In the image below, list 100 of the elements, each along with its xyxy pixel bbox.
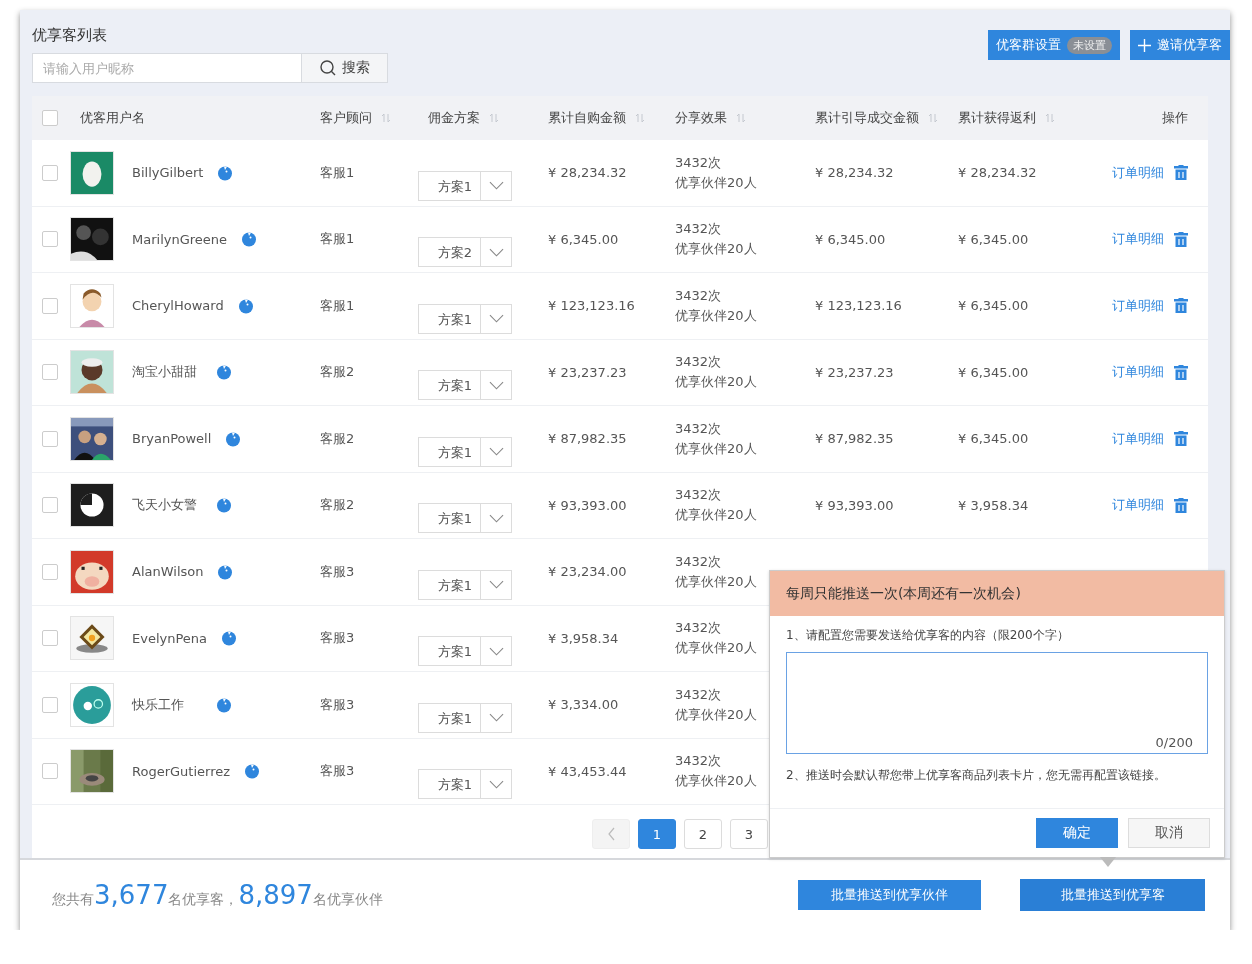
plan-dropdown[interactable]: 方案2 bbox=[418, 237, 512, 267]
checkbox[interactable] bbox=[42, 164, 58, 181]
order-details-link[interactable]: 订单明细 bbox=[1112, 230, 1164, 249]
trash-icon[interactable] bbox=[1174, 431, 1188, 447]
table-cell: 客服2 bbox=[320, 429, 355, 448]
table-cell: 客服3 bbox=[320, 695, 355, 714]
push-button[interactable]: 批量推送到优享伙伴 bbox=[798, 880, 981, 910]
push-button[interactable]: 批量推送到优享客 bbox=[1021, 880, 1204, 910]
plan-dropdown[interactable]: 方案1 bbox=[418, 370, 512, 400]
chevron-left-icon bbox=[607, 827, 615, 841]
page-button[interactable]: 1 bbox=[638, 819, 676, 849]
character-counter: 0/200 bbox=[1155, 735, 1193, 750]
table-cell: ¥ 28,234.32 bbox=[958, 165, 1037, 181]
table-cell: ¥ 6,345.00 bbox=[958, 298, 1029, 314]
settings-button[interactable]: 优客群设置 未设置 bbox=[988, 30, 1120, 60]
popup-pointer bbox=[1100, 857, 1116, 867]
search-icon bbox=[319, 60, 336, 76]
caret-icon bbox=[488, 181, 504, 190]
table-cell: ¥ 28,234.32 bbox=[548, 165, 627, 181]
invite-button[interactable]: 邀请优享客 bbox=[1130, 30, 1230, 60]
column-header[interactable]: 佣金方案 bbox=[428, 109, 498, 127]
table-cell: 优享伙伴20人 bbox=[675, 572, 757, 591]
table-cell: 优享伙伴20人 bbox=[675, 240, 757, 259]
column-header[interactable]: 累计引导成交金额 bbox=[815, 109, 937, 127]
user-name: CherylHoward bbox=[132, 298, 224, 314]
column-header: 操作 bbox=[1162, 109, 1188, 127]
caret-icon bbox=[488, 247, 504, 257]
table-cell: 3432次 bbox=[675, 752, 722, 771]
plan-dropdown[interactable]: 方案1 bbox=[418, 636, 512, 666]
order-details-link[interactable]: 订单明细 bbox=[1112, 363, 1164, 382]
user-name: 淘宝小甜甜 bbox=[132, 363, 198, 382]
badge-icon bbox=[216, 364, 232, 381]
checkbox[interactable] bbox=[42, 563, 58, 580]
checkbox[interactable] bbox=[42, 430, 58, 447]
table-cell: ¥ 6,345.00 bbox=[958, 231, 1029, 247]
checkbox[interactable] bbox=[42, 110, 58, 126]
confirm-button[interactable]: 确定 bbox=[1036, 818, 1118, 848]
table-cell: ¥ 87,982.35 bbox=[548, 431, 627, 447]
trash-icon[interactable] bbox=[1174, 298, 1188, 314]
checkbox[interactable] bbox=[42, 696, 58, 713]
checkbox[interactable] bbox=[42, 497, 58, 514]
cancel-button[interactable]: 取消 bbox=[1128, 818, 1210, 848]
column-header: 优客用户名 bbox=[80, 109, 145, 127]
table-cell: ¥ 3,958.34 bbox=[548, 630, 619, 646]
user-name: 快乐工作 bbox=[132, 695, 185, 714]
table-cell: 3432次 bbox=[675, 419, 722, 438]
checkbox[interactable] bbox=[42, 364, 58, 381]
column-header[interactable]: 累计获得返利 bbox=[958, 109, 1054, 127]
user-name: AlanWilson bbox=[132, 564, 204, 580]
badge-icon bbox=[241, 231, 258, 248]
table-cell: 客服3 bbox=[320, 562, 355, 581]
table-cell: 客服1 bbox=[320, 230, 355, 249]
message-field[interactable]: 0/200 bbox=[786, 652, 1208, 754]
plan-dropdown[interactable]: 方案1 bbox=[418, 303, 512, 334]
plan-dropdown[interactable]: 方案1 bbox=[418, 702, 512, 733]
user-name: MarilynGreene bbox=[132, 231, 228, 247]
order-details-link[interactable]: 订单明细 bbox=[1112, 296, 1164, 315]
order-details-link[interactable]: 订单明细 bbox=[1112, 429, 1164, 448]
search-button[interactable]: 搜索 bbox=[302, 53, 388, 83]
trash-icon[interactable] bbox=[1174, 364, 1188, 380]
table-cell: 客服1 bbox=[320, 296, 355, 315]
user-name: BillyGilbert bbox=[132, 165, 204, 181]
table-cell: ¥ 87,982.35 bbox=[815, 431, 894, 447]
checkbox[interactable] bbox=[42, 763, 58, 780]
plus-icon bbox=[1138, 38, 1151, 52]
column-header[interactable]: 客户顾问 bbox=[320, 109, 390, 127]
order-details-link[interactable]: 订单明细 bbox=[1112, 496, 1164, 515]
plan-dropdown[interactable]: 方案1 bbox=[418, 569, 512, 600]
plan-dropdown[interactable]: 方案1 bbox=[418, 503, 512, 533]
badge-icon bbox=[244, 763, 260, 780]
column-header[interactable]: 分享效果 bbox=[675, 109, 745, 127]
table-cell: 客服3 bbox=[320, 629, 355, 648]
page-button[interactable]: 3 bbox=[730, 819, 768, 849]
caret-icon bbox=[488, 646, 504, 656]
trash-icon[interactable] bbox=[1174, 231, 1188, 247]
column-header[interactable]: 累计自购金额 bbox=[548, 109, 644, 127]
table-cell: 3432次 bbox=[675, 353, 722, 372]
trash-icon[interactable] bbox=[1174, 165, 1188, 181]
checkbox[interactable] bbox=[42, 297, 58, 314]
summary-text: 您共有3,677名优享客，8,897名优享伙伴 bbox=[52, 880, 383, 910]
plan-dropdown[interactable]: 方案1 bbox=[418, 769, 512, 799]
order-details-link[interactable]: 订单明细 bbox=[1112, 163, 1164, 182]
table-cell: 3432次 bbox=[675, 685, 722, 704]
trash-icon[interactable] bbox=[1174, 497, 1188, 513]
table-cell: ¥ 3,334.00 bbox=[548, 697, 619, 713]
table-cell: ¥ 23,234.00 bbox=[548, 564, 627, 580]
checkbox[interactable] bbox=[42, 231, 58, 248]
instruction-text: 1、请配置您需要发送给优享客的内容（限200个字） bbox=[786, 627, 1070, 644]
caret-icon bbox=[488, 713, 504, 722]
table-cell: 客服1 bbox=[320, 163, 355, 182]
user-name: RogerGutierrez bbox=[132, 763, 230, 779]
table-cell: ¥ 6,345.00 bbox=[548, 231, 619, 247]
table-cell: 优享伙伴20人 bbox=[675, 772, 757, 791]
plan-dropdown[interactable]: 方案1 bbox=[418, 170, 512, 201]
table-cell: 优享伙伴20人 bbox=[675, 373, 757, 392]
badge-icon bbox=[225, 430, 242, 447]
checkbox[interactable] bbox=[42, 630, 58, 647]
page-button[interactable]: 2 bbox=[684, 819, 722, 849]
plan-dropdown[interactable]: 方案1 bbox=[418, 436, 512, 467]
search-field[interactable]: 请输入用户昵称 bbox=[32, 53, 302, 83]
